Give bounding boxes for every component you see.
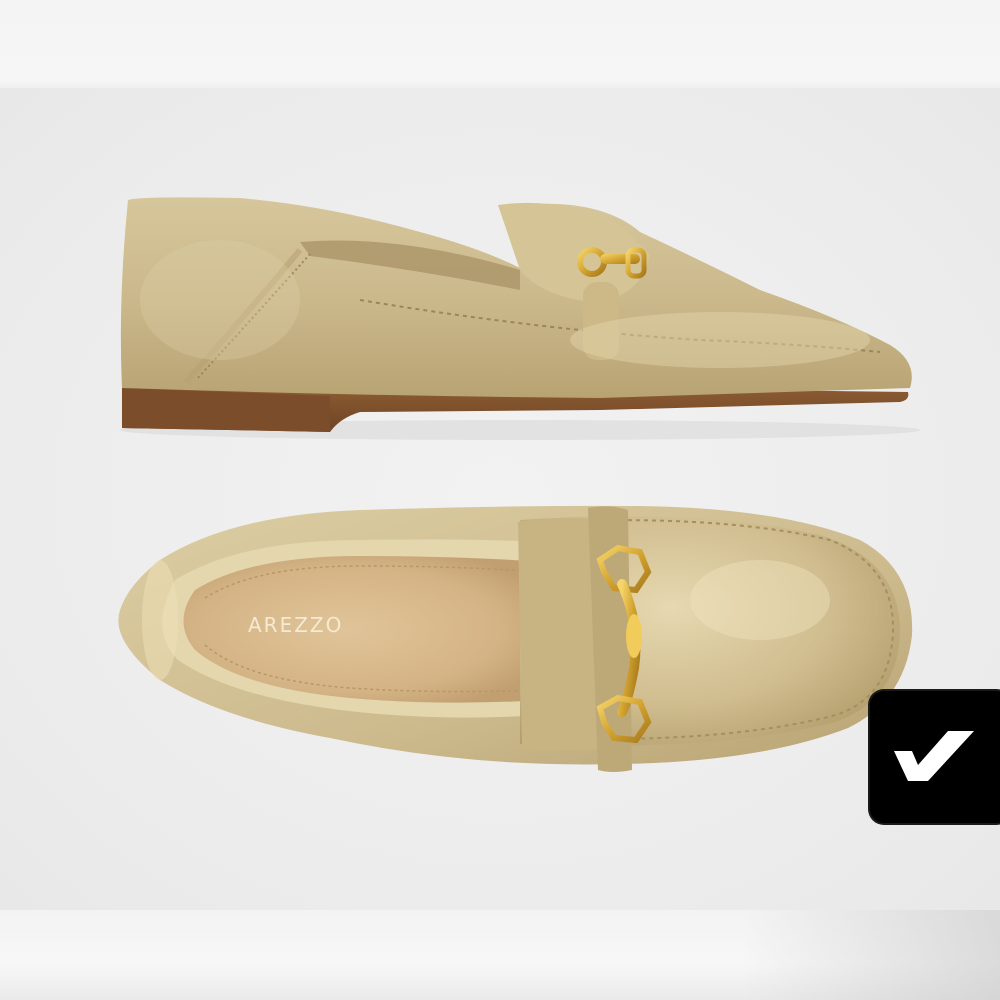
insole-brand-text: AREZZO xyxy=(248,613,343,637)
app-badge[interactable] xyxy=(870,691,1000,823)
loafer-product-photo: AREZZO xyxy=(118,197,920,772)
product-image-canvas: AREZZO xyxy=(0,0,1000,1000)
check-swoosh-icon xyxy=(894,731,974,781)
side-view-shoe xyxy=(120,197,920,440)
top-view-shoe: AREZZO xyxy=(118,505,913,772)
